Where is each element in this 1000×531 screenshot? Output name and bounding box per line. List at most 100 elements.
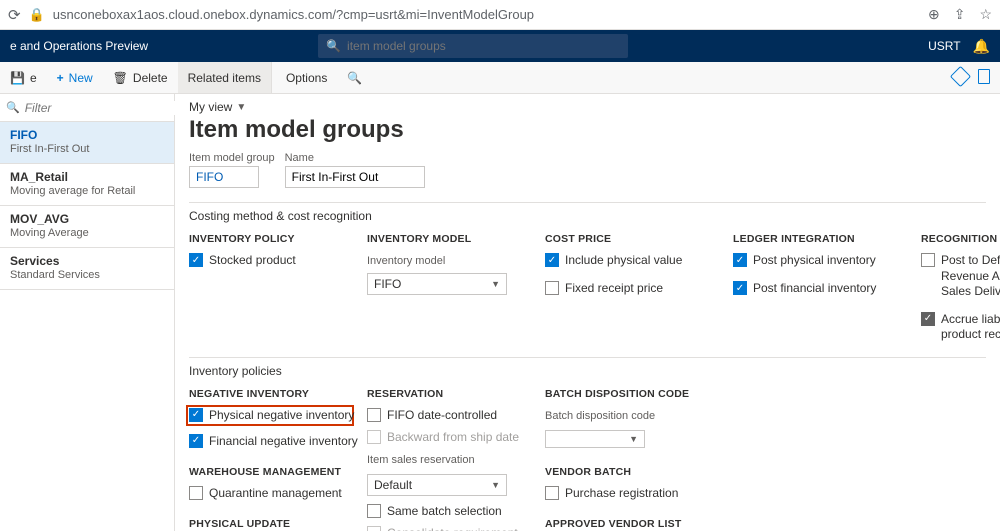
notifications-icon[interactable]: 🔔 [973, 38, 990, 55]
sidebar: 🔍 FIFO First In-First Out MA_Retail Movi… [0, 94, 175, 531]
zoom-icon[interactable]: ⊕ [928, 6, 940, 23]
share-icon[interactable]: ⇪ [954, 6, 966, 23]
reload-icon[interactable]: ⟳ [8, 6, 21, 24]
group-inventory-model: INVENTORY MODEL [367, 233, 527, 245]
group-vendor-batch: VENDOR BATCH [545, 466, 825, 478]
global-search-input[interactable] [347, 39, 620, 53]
chevron-down-icon: ▼ [491, 279, 500, 289]
sidebar-item-name: Moving Average [10, 227, 164, 239]
sidebar-filter[interactable]: 🔍 [0, 94, 174, 122]
section-costing[interactable]: Costing method & cost recognition [189, 202, 986, 229]
sidebar-item-mov-avg[interactable]: MOV_AVG Moving Average [0, 206, 174, 248]
main: 🔍 FIFO First In-First Out MA_Retail Movi… [0, 94, 1000, 531]
inventory-model-select[interactable]: FIFO ▼ [367, 273, 507, 295]
sidebar-item-name: First In-First Out [10, 143, 164, 155]
accrue-checkbox[interactable]: ✓ Accrue liability on product receipt [921, 312, 1000, 343]
checkbox-icon [189, 486, 203, 500]
checkbox-icon: ✓ [545, 253, 559, 267]
checkbox-icon [367, 526, 381, 531]
purchase-registration-checkbox[interactable]: Purchase registration [545, 486, 825, 500]
sidebar-item-code: FIFO [10, 128, 164, 142]
lock-icon: 🔒 [29, 7, 45, 23]
fifo-date-checkbox[interactable]: FIFO date-controlled [367, 408, 527, 422]
post-physical-checkbox[interactable]: ✓ Post physical inventory [733, 253, 903, 267]
chevron-down-icon: ▼ [491, 480, 500, 490]
item-sales-reservation-select[interactable]: Default ▼ [367, 474, 507, 496]
inventory-model-label: Inventory model [367, 255, 527, 267]
new-button[interactable]: +New [47, 62, 103, 93]
quarantine-checkbox[interactable]: Quarantine management [189, 486, 349, 500]
chevron-down-icon: ▼ [629, 434, 638, 444]
group-batch-disposition: BATCH DISPOSITION CODE [545, 388, 825, 400]
consolidate-checkbox[interactable]: Consolidate requirement [367, 526, 527, 531]
delete-button[interactable]: 🗑Delete [103, 62, 178, 93]
group-ledger: LEDGER INTEGRATION [733, 233, 903, 245]
checkbox-icon: ✓ [189, 408, 203, 422]
group-cost-price: COST PRICE [545, 233, 715, 245]
save-button[interactable]: 💾e [0, 62, 47, 93]
checkbox-icon [367, 504, 381, 518]
batch-disposition-label: Batch disposition code [545, 410, 825, 422]
save-icon: 💾 [10, 71, 25, 85]
item-sales-reservation-label: Item sales reservation [367, 454, 527, 466]
local-search-button[interactable]: 🔍 [337, 62, 372, 93]
global-search[interactable]: 🔍 [318, 34, 628, 58]
sidebar-item-services[interactable]: Services Standard Services [0, 248, 174, 290]
sidebar-item-name: Standard Services [10, 269, 164, 281]
sidebar-item-code: Services [10, 254, 164, 268]
group-approved-vendor: APPROVED VENDOR LIST [545, 518, 825, 530]
search-icon: 🔍 [347, 71, 362, 85]
checkbox-icon: ✓ [921, 312, 935, 326]
sidebar-item-name: Moving average for Retail [10, 185, 164, 197]
checkbox-icon: ✓ [189, 253, 203, 267]
group-physical-update: PHYSICAL UPDATE [189, 518, 349, 530]
name-input[interactable] [285, 166, 425, 188]
sidebar-item-ma-retail[interactable]: MA_Retail Moving average for Retail [0, 164, 174, 206]
options-button[interactable]: Options [271, 62, 337, 93]
trash-icon: 🗑 [113, 71, 128, 85]
attach-icon[interactable] [953, 69, 968, 87]
plus-icon: + [57, 71, 64, 85]
stocked-product-checkbox[interactable]: ✓ Stocked product [189, 253, 349, 267]
checkbox-icon [545, 486, 559, 500]
backward-checkbox[interactable]: Backward from ship date [367, 430, 527, 444]
sidebar-item-fifo[interactable]: FIFO First In-First Out [0, 122, 174, 164]
filter-icon: 🔍 [6, 101, 20, 114]
url-text: usnconeboxax1aos.cloud.onebox.dynamics.c… [53, 7, 920, 22]
item-model-group-label: Item model group [189, 152, 275, 164]
page-title: Item model groups [189, 116, 986, 144]
group-reservation: RESERVATION [367, 388, 527, 400]
content: My view ▼ Item model groups Item model g… [175, 94, 1000, 531]
view-selector[interactable]: My view ▼ [189, 100, 986, 114]
topnav: e and Operations Preview 🔍 USRT 🔔 [0, 30, 1000, 62]
post-financial-checkbox[interactable]: ✓ Post financial inventory [733, 281, 903, 295]
batch-disposition-select[interactable]: ▼ [545, 430, 645, 448]
group-recognition: RECOGNITION OF COST [921, 233, 1000, 245]
actionbar: 💾e +New 🗑Delete Related items Options 🔍 [0, 62, 1000, 94]
same-batch-checkbox[interactable]: Same batch selection [367, 504, 527, 518]
sidebar-item-code: MOV_AVG [10, 212, 164, 226]
group-negative-inventory: NEGATIVE INVENTORY [189, 388, 349, 400]
include-physical-checkbox[interactable]: ✓ Include physical value [545, 253, 715, 267]
name-label: Name [285, 152, 425, 164]
checkbox-icon: ✓ [733, 253, 747, 267]
financial-negative-checkbox[interactable]: ✓ Financial negative inventory [189, 434, 349, 448]
star-icon[interactable]: ☆ [979, 6, 992, 23]
filter-input[interactable] [25, 101, 182, 115]
physical-negative-checkbox[interactable]: ✓ Physical negative inventory [189, 408, 349, 422]
section-inventory-policies[interactable]: Inventory policies [189, 357, 986, 384]
post-deferred-checkbox[interactable]: Post to Deferred Revenue Account on Sale… [921, 253, 1000, 300]
checkbox-icon: ✓ [733, 281, 747, 295]
group-inventory-policy: INVENTORY POLICY [189, 233, 349, 245]
checkbox-icon: ✓ [189, 434, 203, 448]
company-code[interactable]: USRT [928, 39, 960, 53]
search-icon: 🔍 [326, 39, 341, 53]
checkbox-icon [367, 430, 381, 444]
office-icon[interactable] [978, 69, 990, 87]
browser-actions: ⊕ ⇪ ☆ [928, 6, 992, 23]
checkbox-icon [921, 253, 935, 267]
fixed-receipt-checkbox[interactable]: Fixed receipt price [545, 281, 715, 295]
item-model-group-input[interactable] [189, 166, 259, 188]
group-warehouse-mgmt: WAREHOUSE MANAGEMENT [189, 466, 349, 478]
related-items-button[interactable]: Related items [178, 62, 271, 93]
